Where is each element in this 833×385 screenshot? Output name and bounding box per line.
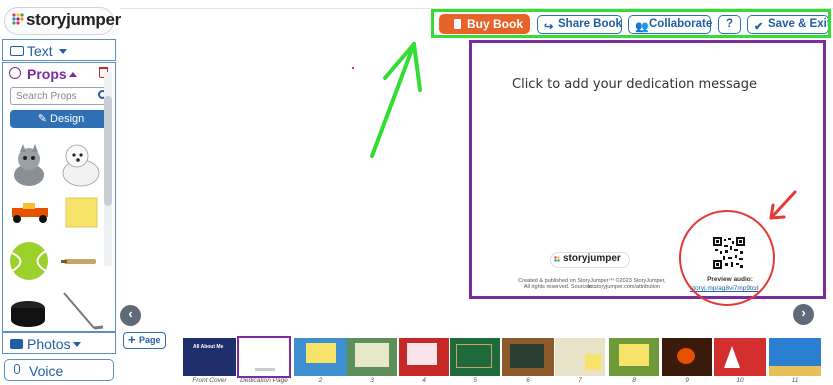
thumbnail-title: All About Me: [193, 344, 224, 350]
thumbnail-label: 9: [685, 377, 689, 384]
logo-text: storyjumper: [26, 10, 121, 29]
props-panel: Props Search Props ✎ Design Characters: [2, 62, 116, 332]
thumbnail-page-3[interactable]: [347, 338, 397, 376]
stray-dot: [352, 67, 354, 69]
sidebar-item-text[interactable]: Text: [2, 39, 116, 61]
next-page-button[interactable]: ›: [793, 304, 814, 325]
annotation-red-circle: [679, 210, 775, 306]
thumbnail-page-4[interactable]: [399, 338, 449, 376]
prop-kitten[interactable]: [14, 144, 44, 186]
props-scroll-thumb[interactable]: [104, 96, 112, 206]
thumbnail-footer: [255, 368, 275, 371]
prop-hockey-stick[interactable]: [63, 292, 104, 330]
thumbnail-page-2[interactable]: [294, 338, 347, 376]
props-grid: [10, 144, 104, 330]
thumbnail-label: 7: [578, 377, 582, 384]
thumbnail-page-9[interactable]: [662, 338, 712, 376]
thumbnail-tree: [724, 346, 740, 368]
thumbnail-label: 8: [632, 377, 636, 384]
thumbnail-label: Dedication Page: [240, 377, 288, 384]
thumbnail-label: 2: [318, 377, 323, 384]
sidebar-item-photos[interactable]: Photos: [2, 332, 116, 354]
chevron-left-icon: ‹: [128, 306, 133, 321]
thumbnail-note: [355, 343, 389, 367]
thumbnail-label: 10: [736, 377, 744, 384]
camera-icon: [10, 339, 23, 349]
thumbnail-note: [585, 354, 601, 370]
thumbnail-page-11[interactable]: [769, 338, 821, 376]
footer-logo-text: storyjumper: [563, 253, 621, 264]
thumbnail-note: [407, 343, 437, 365]
chevron-down-icon: [73, 342, 81, 347]
sidebar-item-label: Text: [27, 43, 53, 59]
thumbnail-note: [306, 343, 336, 363]
thumbnail-front-cover[interactable]: All About Me: [183, 338, 236, 376]
thumbnail-frame: [456, 344, 492, 368]
smile-icon: [9, 67, 21, 79]
keyboard-icon: [10, 46, 24, 56]
sidebar-item-voice[interactable]: Voice: [4, 359, 114, 381]
annotation-green-arrow: [370, 42, 422, 158]
prop-race-car[interactable]: [12, 203, 48, 223]
dedication-placeholder[interactable]: Click to add your dedication message: [512, 77, 757, 92]
sidebar-item-label: Voice: [29, 363, 64, 379]
props-header[interactable]: Props: [27, 66, 67, 82]
thumbnail-label: 5: [473, 377, 477, 384]
annotation-red-arrow: [769, 190, 797, 220]
thumbnail-label: 6: [526, 377, 530, 384]
thumbnail-page-10[interactable]: [714, 338, 766, 376]
page-thumbnail-strip: All About Me Front Cover Dedication Page…: [180, 336, 833, 385]
left-sidebar: storyjumper Text Props Search Props ✎ De…: [0, 0, 121, 385]
prop-hockey-puck[interactable]: [11, 301, 45, 327]
chevron-down-icon: [59, 49, 67, 54]
annotation-green-box: [431, 9, 831, 38]
footer-logo-dots-icon: [554, 256, 560, 262]
chevron-right-icon: ›: [801, 305, 806, 320]
thumbnail-board: [510, 344, 544, 368]
pencil-icon: ✎: [37, 113, 51, 125]
thumbnail-page-6[interactable]: [502, 338, 554, 376]
add-page-button[interactable]: + Page: [123, 332, 166, 349]
plus-icon: +: [128, 332, 136, 347]
design-characters-button[interactable]: ✎ Design Characters: [10, 110, 112, 143]
thumbnail-page-7[interactable]: [555, 338, 605, 376]
microphone-icon: [14, 364, 20, 374]
logo-dots-icon: [12, 13, 24, 25]
thumbnail-sand: [769, 366, 821, 376]
chevron-up-icon[interactable]: [69, 72, 77, 77]
thumbnail-dedication-page[interactable]: [237, 336, 291, 378]
thumbnail-label: 11: [791, 377, 799, 384]
add-page-label: Page: [139, 335, 161, 345]
thumbnail-page-8[interactable]: [609, 338, 659, 376]
sidebar-item-label: Photos: [27, 336, 71, 352]
copyright-line-2: All rights reserved. Sources: storyjumpe…: [523, 284, 661, 290]
prop-white-dog[interactable]: [62, 144, 100, 187]
thumbnail-page-5[interactable]: [450, 338, 500, 376]
thumbnail-label: Front Cover: [192, 377, 227, 384]
thumbnail-note: [619, 344, 649, 366]
prop-tennis-ball[interactable]: [10, 242, 48, 280]
previous-page-button[interactable]: ‹: [120, 305, 141, 326]
thumbnail-label: 3: [370, 377, 374, 384]
props-search-input[interactable]: Search Props: [10, 87, 110, 105]
prop-sticky-note[interactable]: [65, 197, 98, 228]
prop-cricket-bat[interactable]: [61, 259, 96, 264]
thumbnail-pumpkin: [677, 348, 695, 364]
search-placeholder: Search Props: [16, 91, 77, 102]
thumbnail-label: 4: [422, 377, 426, 384]
